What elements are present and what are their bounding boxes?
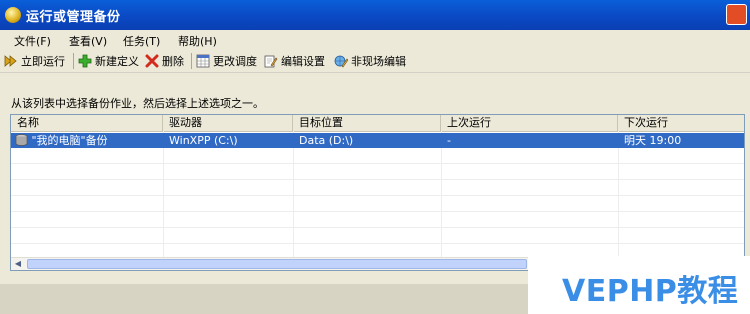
- instruction-text: 从该列表中选择备份作业，然后选择上述选项之一。: [11, 97, 264, 110]
- backup-name: "我的电脑"备份: [31, 134, 108, 147]
- plus-icon: [78, 54, 92, 68]
- toolbar-separator: [191, 53, 192, 69]
- scroll-thumb[interactable]: [27, 259, 527, 269]
- column-header-last-run[interactable]: 上次运行: [441, 115, 618, 131]
- grid-line: [11, 243, 744, 244]
- menu-help[interactable]: 帮助(H): [178, 33, 217, 49]
- menu-tasks[interactable]: 任务(T): [123, 33, 160, 49]
- offsite-edit-button[interactable]: 非现场编辑: [334, 53, 406, 69]
- backup-app-icon: [5, 7, 21, 23]
- cell-name: "我的电脑"备份: [11, 133, 163, 148]
- list-header: 名称 驱动器 目标位置 上次运行 下次运行: [11, 115, 744, 132]
- window-title: 运行或管理备份: [26, 10, 121, 25]
- column-header-name[interactable]: 名称: [11, 115, 163, 131]
- column-header-target[interactable]: 目标位置: [293, 115, 441, 131]
- new-definition-button[interactable]: 新建定义: [78, 53, 139, 69]
- new-definition-label: 新建定义: [95, 55, 139, 68]
- grid-line: [11, 179, 744, 180]
- grid-line: [11, 227, 744, 228]
- database-icon: [15, 134, 28, 146]
- edit-settings-label: 编辑设置: [281, 55, 325, 68]
- cell-last-run: -: [447, 134, 451, 147]
- close-button[interactable]: [726, 4, 747, 25]
- grid-line: [11, 163, 744, 164]
- column-header-drive[interactable]: 驱动器: [163, 115, 293, 131]
- title-bar: 运行或管理备份: [0, 0, 750, 30]
- column-header-next-run[interactable]: 下次运行: [618, 115, 744, 131]
- grid-line: [11, 195, 744, 196]
- backup-list[interactable]: 名称 驱动器 目标位置 上次运行 下次运行 "我的电脑"备份 WinXPP (C…: [10, 114, 745, 271]
- menu-view[interactable]: 查看(V): [69, 33, 107, 49]
- grid-line: [11, 211, 744, 212]
- edit-settings-icon: [264, 55, 278, 68]
- scroll-left-icon[interactable]: ◀: [12, 259, 24, 269]
- calendar-icon: [196, 54, 210, 68]
- cell-next-run: 明天 19:00: [624, 134, 682, 147]
- delete-button[interactable]: 删除: [145, 53, 184, 69]
- change-schedule-label: 更改调度: [213, 55, 257, 68]
- watermark-logo: VEPHP教程: [528, 256, 750, 314]
- menu-file[interactable]: 文件(F): [14, 33, 51, 49]
- toolbar-separator: [73, 53, 74, 69]
- menu-bar: 文件(F) 查看(V) 任务(T) 帮助(H): [0, 30, 750, 50]
- run-icon: [4, 55, 17, 67]
- table-row[interactable]: "我的电脑"备份 WinXPP (C:\) Data (D:\) - 明天 19…: [11, 133, 744, 148]
- toolbar: 立即运行 新建定义 删除 更改调度 编辑设置 非现场编辑: [0, 50, 750, 73]
- offsite-edit-icon: [334, 55, 348, 68]
- watermark-text: VEPHP教程: [562, 274, 739, 309]
- delete-x-icon: [145, 54, 159, 68]
- offsite-edit-label: 非现场编辑: [351, 55, 406, 68]
- edit-settings-button[interactable]: 编辑设置: [264, 53, 325, 69]
- run-now-label: 立即运行: [21, 55, 65, 68]
- delete-label: 删除: [162, 55, 184, 68]
- change-schedule-button[interactable]: 更改调度: [196, 53, 257, 69]
- cell-drive: WinXPP (C:\): [169, 134, 238, 147]
- run-now-button[interactable]: 立即运行: [4, 53, 65, 69]
- cell-target: Data (D:\): [299, 134, 354, 147]
